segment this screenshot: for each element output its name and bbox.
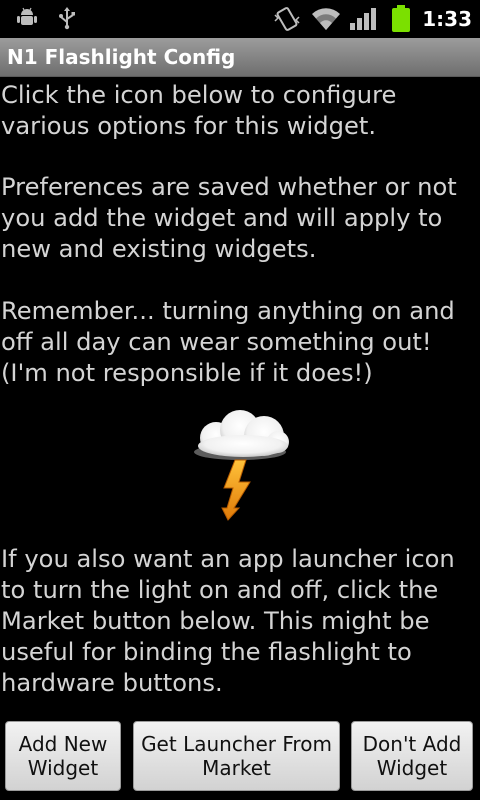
dont-add-widget-button[interactable]: Don't Add Widget xyxy=(351,721,473,791)
usb-icon xyxy=(56,6,78,34)
wifi-icon xyxy=(310,6,342,36)
status-bar: 1:33 xyxy=(0,0,480,38)
warning-text: Remember... turning anything on and off … xyxy=(1,297,455,387)
get-launcher-button[interactable]: Get Launcher From Market xyxy=(133,721,340,791)
add-new-widget-button[interactable]: Add New Widget xyxy=(5,721,121,791)
vibrate-icon xyxy=(272,6,302,36)
android-debug-icon xyxy=(16,6,38,32)
signal-icon xyxy=(349,6,377,36)
title-bar: N1 Flashlight Config xyxy=(0,38,480,77)
preferences-text: Preferences are saved whether or not you… xyxy=(1,173,457,263)
intro-text: Click the icon below to configure variou… xyxy=(1,81,397,140)
battery-icon xyxy=(391,5,411,37)
launcher-info-text: If you also want an app launcher icon to… xyxy=(1,545,455,697)
weather-lightning-icon[interactable] xyxy=(188,408,292,532)
window-title: N1 Flashlight Config xyxy=(7,45,236,69)
status-time: 1:33 xyxy=(422,7,472,31)
